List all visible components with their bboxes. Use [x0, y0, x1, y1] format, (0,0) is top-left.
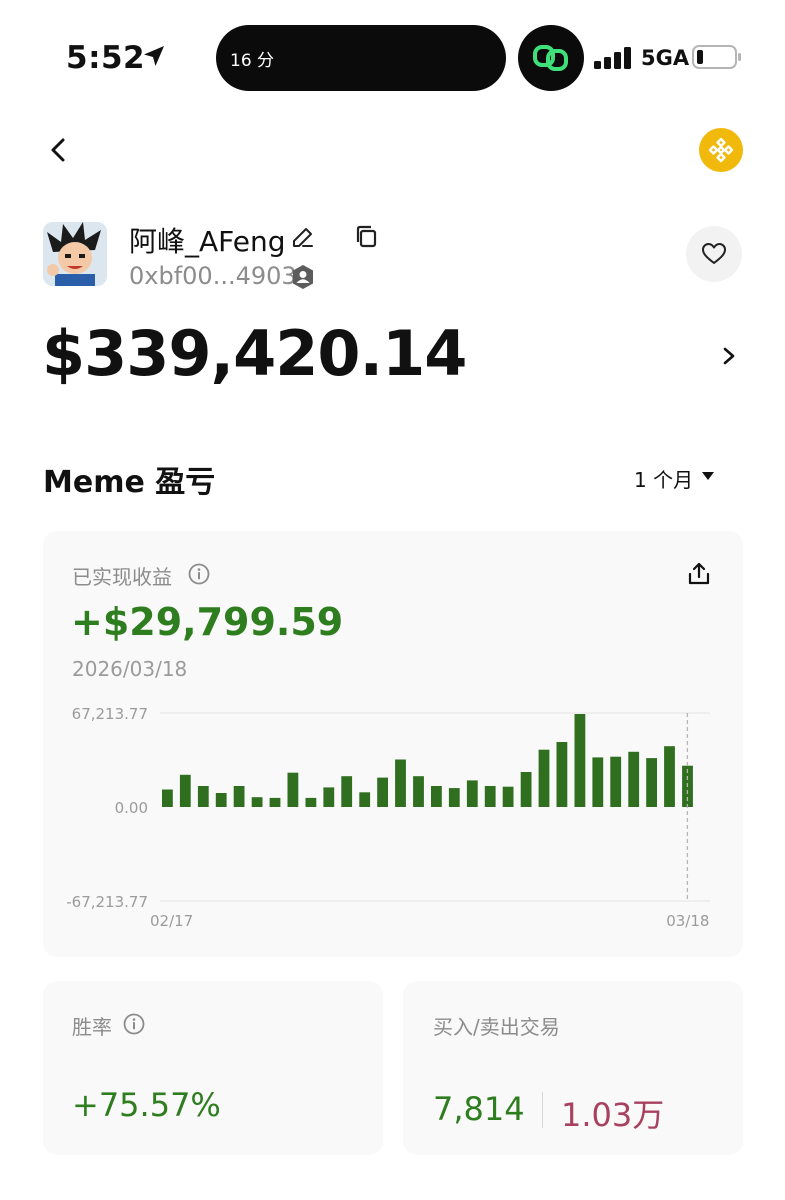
user-badge-icon: [293, 265, 313, 289]
period-selector[interactable]: 1 个月: [634, 464, 693, 493]
chart-bar: [628, 751, 640, 807]
chart-bar: [341, 776, 353, 807]
edit-icon[interactable]: [290, 224, 316, 250]
chart-bar: [431, 786, 442, 807]
chart-bar: [664, 746, 675, 807]
chart-bar: [466, 780, 478, 807]
copy-icon[interactable]: [354, 224, 380, 250]
chart-bar: [233, 786, 245, 807]
back-chevron-icon[interactable]: [44, 134, 74, 166]
win-rate-card: [43, 981, 383, 1155]
chart-bar: [287, 772, 299, 807]
chart-bar: [556, 742, 568, 807]
chart-bar: [323, 787, 335, 807]
chart-bar: [162, 789, 173, 807]
chart-bar: [592, 757, 604, 807]
total-balance: $339,420.14: [42, 317, 467, 390]
chart-bar: [179, 774, 191, 807]
chart-bar: [377, 777, 388, 807]
chart-bar: [359, 792, 371, 807]
divider: [542, 1092, 543, 1128]
x-tick-label: 02/17: [150, 912, 193, 930]
island-timer-text: 16 分: [230, 51, 275, 71]
chart-bar: [197, 786, 209, 807]
info-icon[interactable]: [123, 1013, 145, 1035]
chart-bar: [269, 797, 281, 807]
chart-bar: [502, 786, 514, 807]
win-rate-value: +75.57%: [72, 1086, 221, 1124]
chart-bar: [574, 714, 586, 807]
bnb-chain-icon: [708, 137, 734, 163]
info-icon[interactable]: [188, 563, 210, 585]
section-title: Meme 盈亏: [43, 465, 216, 500]
share-icon[interactable]: [686, 561, 712, 587]
chart-bar: [448, 788, 460, 807]
realized-pnl-label: 已实现收益: [72, 565, 172, 589]
chart-bar: [646, 758, 657, 807]
chart-bar: [610, 756, 622, 807]
y-tick-label: -67,213.77: [66, 893, 148, 911]
y-tick-label: 67,213.77: [72, 705, 148, 723]
location-arrow-icon: [144, 46, 164, 66]
chart-bar: [484, 786, 496, 807]
caret-down-icon[interactable]: [702, 472, 714, 480]
link-chain-icon: [533, 45, 568, 71]
buy-count: 7,814: [433, 1090, 525, 1128]
pnl-bar-chart[interactable]: 67,213.77 0.00 -67,213.7702/17 03/18: [43, 690, 743, 940]
chart-bar: [215, 793, 227, 807]
realized-pnl-value: +$29,799.59: [71, 600, 344, 644]
chart-bar: [538, 749, 550, 807]
chart-bar: [395, 759, 406, 807]
balance-details-chevron-icon[interactable]: [718, 344, 740, 368]
app-activity-indicator: [518, 25, 584, 91]
network-type: 5GA: [641, 46, 690, 70]
chart-bar: [305, 797, 317, 807]
chart-bar: [520, 772, 532, 807]
x-tick-label: 03/18: [666, 912, 709, 930]
chart-bar: [251, 797, 263, 807]
battery-icon: [692, 45, 741, 69]
bnb-chain-button[interactable]: [699, 128, 743, 172]
heart-outline-icon: [702, 243, 726, 264]
selected-date: 2026/03/18: [72, 657, 188, 681]
favorite-button[interactable]: [686, 226, 742, 282]
chart-bar: [413, 776, 424, 807]
trades-label: 买入/卖出交易: [433, 1015, 560, 1039]
cellular-signal-icon: [594, 47, 634, 69]
y-tick-label: 0.00: [115, 799, 148, 817]
win-rate-label: 胜率: [72, 1015, 112, 1039]
sell-count: 1.03万: [561, 1096, 665, 1134]
avatar[interactable]: [43, 222, 107, 286]
status-time: 5:52: [66, 40, 146, 76]
wallet-address[interactable]: 0xbf00...4903: [129, 262, 297, 290]
wallet-name: 阿峰_AFeng: [129, 225, 286, 258]
